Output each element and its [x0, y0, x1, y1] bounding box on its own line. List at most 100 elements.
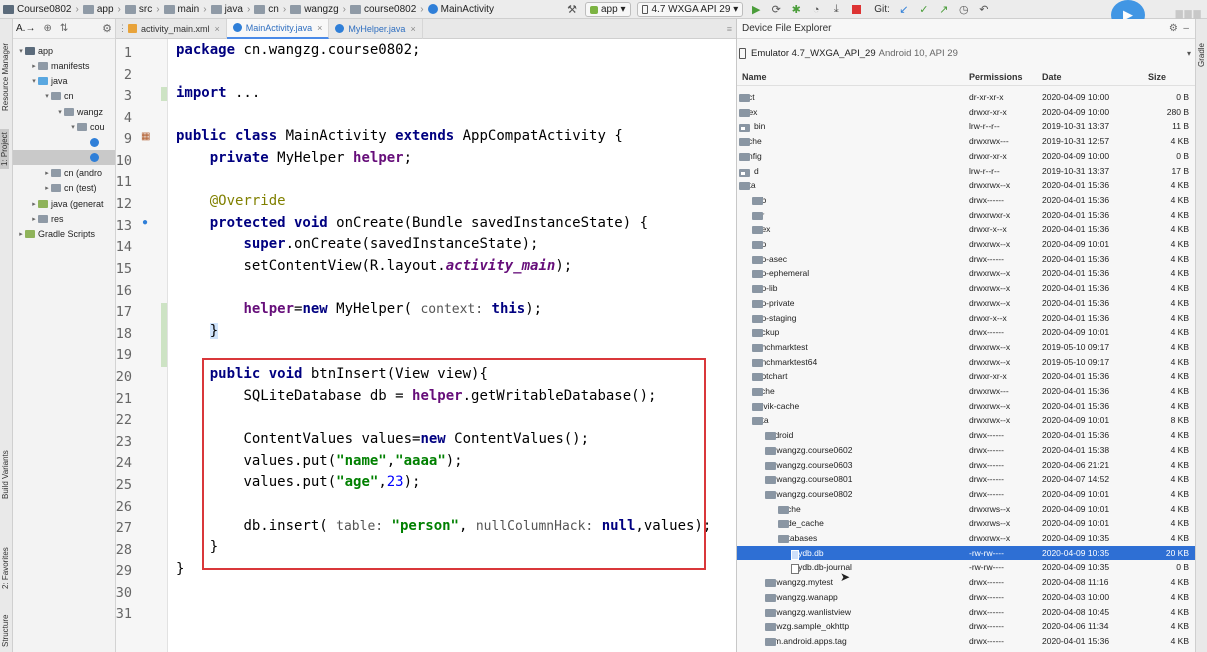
debug-icon[interactable]: ✱: [789, 3, 803, 16]
file-row[interactable]: cache drwxrws--x 2020-04-09 10:01 4 KB: [737, 502, 1195, 517]
editor-tab[interactable]: MainActivity.java ×: [226, 18, 330, 39]
file-row[interactable]: ▸cn.wangzg.wanapp drwx------ 2020-04-03 10…: [737, 590, 1195, 605]
structure-tab[interactable]: Structure: [1, 615, 10, 647]
file-row[interactable]: ▸bin lrw-r--r-- 2019-10-31 13:37 11 B: [737, 119, 1195, 134]
file-row[interactable]: ▸android drwx------ 2020-04-01 15:36 4 KB: [737, 428, 1195, 443]
breadcrumb-item[interactable]: course0802: [347, 4, 419, 15]
apply-changes-icon[interactable]: ⟳: [769, 3, 783, 16]
close-tab-icon[interactable]: ×: [215, 24, 220, 34]
run-config-select[interactable]: app ▾: [585, 2, 631, 17]
device-selector[interactable]: Emulator 4.7_WXGA_API_29 Android 10, API…: [739, 42, 1191, 64]
breadcrumb-item[interactable]: main: [161, 4, 203, 15]
project-tree-item[interactable]: ▸ cn (test): [13, 181, 96, 196]
file-row[interactable]: ▸apex drwxr-x--x 2020-04-01 15:36 4 KB: [737, 222, 1195, 237]
column-header-permissions[interactable]: Permissions: [969, 72, 1023, 82]
collapse-all-icon[interactable]: ⇅: [60, 23, 68, 34]
file-row[interactable]: ▸d lrw-r--r-- 2019-10-31 13:37 17 B: [737, 164, 1195, 179]
project-tree-item[interactable]: [13, 135, 102, 150]
resource-manager-tab[interactable]: Resource Manager: [1, 43, 10, 111]
file-row[interactable]: ▸benchmarktest64 drwxrwx--x 2019-05-10 09:…: [737, 355, 1195, 370]
file-row[interactable]: ▸anr drwxrwxr-x 2020-04-01 15:36 4 KB: [737, 208, 1195, 223]
override-gutter-icon[interactable]: ●: [142, 217, 148, 228]
device-select[interactable]: 4.7 WXGA API 29 ▾: [636, 2, 744, 17]
project-tree-item[interactable]: ▾ wangz: [13, 104, 103, 119]
file-row[interactable]: mydb.db-journal -rw-rw---- 2020-04-09 10:3…: [737, 560, 1195, 575]
expand-arrow-icon[interactable]: ▸: [30, 215, 38, 223]
file-row[interactable]: code_cache drwxrws--x 2020-04-09 10:01 4 KB: [737, 516, 1195, 531]
expand-arrow-icon[interactable]: ▾: [56, 108, 64, 116]
folded-imports[interactable]: ...: [227, 85, 260, 101]
build-variants-tab[interactable]: Build Variants: [1, 450, 10, 499]
file-row[interactable]: ▸cache drwxrwx--- 2019-10-31 12:57 4 KB: [737, 134, 1195, 149]
expand-arrow-icon[interactable]: ▸: [17, 230, 25, 238]
favorites-tab[interactable]: 2: Favorites: [1, 547, 10, 589]
file-row[interactable]: ▸benchmarktest drwxrwx--x 2019-05-10 09:17…: [737, 340, 1195, 355]
file-row[interactable]: ▸com.android.apps.tag drwx------ 2020-04-0…: [737, 634, 1195, 649]
breadcrumb-item[interactable]: cn: [251, 4, 282, 15]
project-tree-item[interactable]: ▾ cou: [13, 120, 104, 135]
file-row[interactable]: ▸cn.wangzg.course0603 drwx------ 2020-04-0…: [737, 458, 1195, 473]
file-row[interactable]: ▾databases drwxrwx--x 2020-04-09 10:35 4 KB: [737, 531, 1195, 546]
change-marker[interactable]: [161, 303, 167, 367]
file-row[interactable]: ▸dalvik-cache drwxrwx--x 2020-04-01 15:36 4…: [737, 399, 1195, 414]
expand-arrow-icon[interactable]: ▾: [69, 123, 77, 131]
panel-settings-icon[interactable]: ⚙ –: [1169, 23, 1189, 34]
gradle-tab[interactable]: Gradle: [1197, 43, 1206, 67]
profile-icon[interactable]: ◔: [809, 3, 823, 16]
file-row[interactable]: mydb.db -rw-rw---- 2020-04-09 10:35 20 KB: [737, 545, 1195, 561]
expand-arrow-icon[interactable]: ▾: [17, 47, 25, 55]
locate-file-icon[interactable]: ⊕: [43, 23, 51, 34]
file-row[interactable]: ▸cn.wangzg.wanlistview drwx------ 2020-04-…: [737, 605, 1195, 620]
file-row[interactable]: ▸config drwxr-xr-x 2020-04-09 10:00 0 B: [737, 149, 1195, 164]
expand-arrow-icon[interactable]: ▸: [30, 62, 38, 70]
git-history-icon[interactable]: ◷: [957, 3, 971, 16]
file-row[interactable]: ▸app-asec drwx------ 2020-04-01 15:36 4 KB: [737, 252, 1195, 267]
hammer-icon[interactable]: ⚒: [565, 3, 579, 16]
file-row[interactable]: ▸app-lib drwxrwx--x 2020-04-01 15:36 4 KB: [737, 281, 1195, 296]
editor-corner-icon[interactable]: ≡: [727, 24, 732, 34]
file-row[interactable]: ▸cn.wangzg.course0602 drwx------ 2020-04-0…: [737, 443, 1195, 458]
change-marker[interactable]: [161, 87, 167, 101]
gear-icon[interactable]: ⚙: [102, 22, 112, 35]
project-tree-item[interactable]: [13, 150, 115, 166]
expand-arrow-icon[interactable]: ▾: [30, 77, 38, 85]
breadcrumb-item[interactable]: src: [122, 4, 155, 15]
project-tree-item[interactable]: ▸ java (generat: [13, 196, 103, 211]
file-row[interactable]: ▸bootchart drwxr-xr-x 2020-04-01 15:36 4 KB: [737, 369, 1195, 384]
editor-tab[interactable]: activity_main.xml ×: [122, 18, 227, 39]
breadcrumb-item[interactable]: MainActivity: [425, 4, 497, 15]
column-header-date[interactable]: Date: [1042, 72, 1062, 82]
breadcrumb-item[interactable]: app: [80, 4, 117, 15]
project-tree-item[interactable]: ▾ java: [13, 74, 67, 89]
file-row[interactable]: ▸backup drwx------ 2020-04-09 10:01 4 KB: [737, 325, 1195, 340]
activity-gutter-icon[interactable]: ▦: [141, 131, 150, 142]
attach-debugger-icon[interactable]: ⤓: [829, 3, 843, 16]
file-row[interactable]: ▸acct dr-xr-xr-x 2020-04-09 10:00 0 B: [737, 90, 1195, 105]
close-tab-icon[interactable]: ×: [410, 24, 415, 34]
expand-arrow-icon[interactable]: ▸: [30, 200, 38, 208]
file-row[interactable]: ▸app-private drwxrwx--x 2020-04-01 15:36 4 …: [737, 296, 1195, 311]
project-tree-item[interactable]: ▸ Gradle Scripts: [13, 227, 95, 242]
breadcrumb-item[interactable]: java: [208, 4, 246, 15]
file-row[interactable]: ▸cn.wzg.sample_okhttp drwx------ 2020-04-0…: [737, 619, 1195, 634]
project-tree-item[interactable]: ▸ res: [13, 211, 63, 226]
stop-icon[interactable]: [849, 3, 863, 16]
expand-arrow-icon[interactable]: ▸: [43, 184, 51, 192]
project-tree-item[interactable]: ▸ cn (andro: [13, 165, 102, 180]
run-icon[interactable]: ▶: [749, 3, 763, 16]
breadcrumb-item[interactable]: Course0802: [0, 4, 74, 15]
file-row[interactable]: ▸adb drwx------ 2020-04-01 15:36 4 KB: [737, 193, 1195, 208]
expand-arrow-icon[interactable]: ▾: [43, 92, 51, 100]
editor-tab[interactable]: MyHelper.java ×: [329, 18, 423, 39]
column-header-size[interactable]: Size: [1148, 72, 1166, 82]
file-row[interactable]: ▸apex drwxr-xr-x 2020-04-09 10:00 280 B: [737, 105, 1195, 120]
file-row[interactable]: ▸app-staging drwxr-x--x 2020-04-01 15:36 4 …: [737, 311, 1195, 326]
git-rollback-icon[interactable]: ↶: [977, 3, 991, 16]
git-update-icon[interactable]: ↙: [897, 3, 911, 16]
file-row[interactable]: ▾data drwxrwx--x 2020-04-09 10:01 8 KB: [737, 413, 1195, 428]
file-row[interactable]: ▸app drwxrwx--x 2020-04-09 10:01 4 KB: [737, 237, 1195, 252]
file-row[interactable]: ▾data drwxrwx--x 2020-04-01 15:36 4 KB: [737, 178, 1195, 193]
close-tab-icon[interactable]: ×: [317, 23, 322, 33]
file-row[interactable]: ▸app-ephemeral drwxrwx--x 2020-04-01 15:36…: [737, 266, 1195, 281]
column-header-name[interactable]: Name: [742, 72, 767, 82]
